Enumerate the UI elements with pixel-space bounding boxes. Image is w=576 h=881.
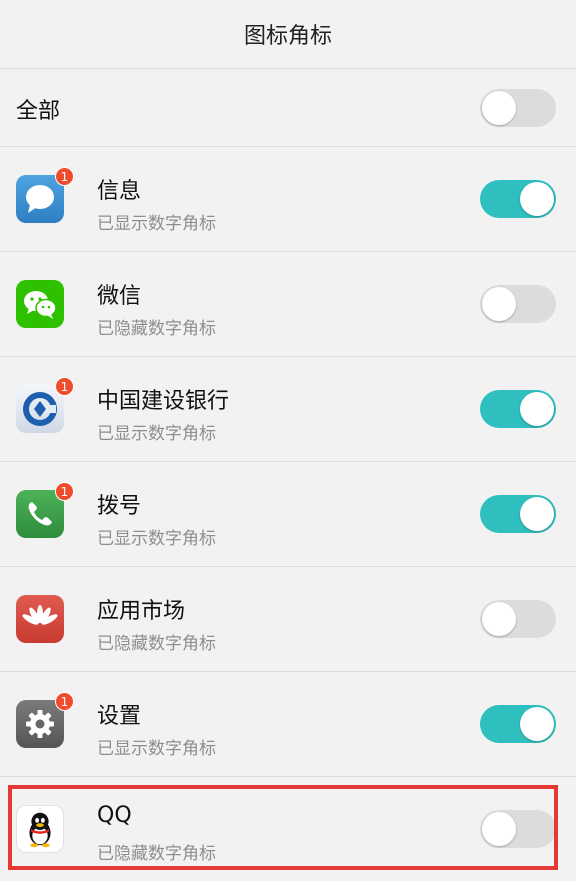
toggle-knob xyxy=(482,91,516,125)
all-row: 全部 xyxy=(0,69,576,147)
app-name: 拨号 xyxy=(97,494,142,519)
page-title: 图标角标 xyxy=(243,24,332,49)
app-row-wechat: 微信 已隐藏数字角标 xyxy=(0,252,576,357)
message-icon: 1 xyxy=(16,167,74,223)
toggle-knob xyxy=(520,707,554,741)
app-status: 已显示数字角标 xyxy=(97,739,216,759)
toggle-knob xyxy=(482,812,516,846)
all-label: 全部 xyxy=(16,99,61,124)
qq-penguin-icon xyxy=(16,805,64,853)
badge-count: 1 xyxy=(55,377,74,396)
app-name: 中国建设银行 xyxy=(97,389,230,414)
badge-toggle[interactable] xyxy=(480,180,556,218)
badge-count: 1 xyxy=(55,692,74,711)
app-row-qq: QQ 已隐藏数字角标 xyxy=(0,777,576,881)
app-status: 已隐藏数字角标 xyxy=(97,319,216,339)
badge-toggle[interactable] xyxy=(480,390,556,428)
app-row-dialer: 1 拨号 已显示数字角标 xyxy=(0,462,576,567)
app-row-settings: 1 设置 已显示数字角标 xyxy=(0,672,576,777)
all-toggle[interactable] xyxy=(480,89,556,127)
badge-toggle[interactable] xyxy=(480,810,556,848)
toggle-knob xyxy=(520,182,554,216)
badge-count: 1 xyxy=(55,482,74,501)
app-name: QQ xyxy=(97,803,132,828)
header: 图标角标 xyxy=(0,0,576,69)
app-status: 已显示数字角标 xyxy=(97,424,216,444)
toggle-knob xyxy=(520,392,554,426)
app-name: 微信 xyxy=(97,284,142,309)
wechat-icon xyxy=(16,280,64,328)
toggle-knob xyxy=(482,287,516,321)
huawei-appgallery-icon xyxy=(16,595,64,643)
toggle-knob xyxy=(482,602,516,636)
app-name: 信息 xyxy=(97,179,142,204)
app-name: 应用市场 xyxy=(97,599,186,624)
badge-toggle[interactable] xyxy=(480,285,556,323)
badge-toggle[interactable] xyxy=(480,705,556,743)
app-row-ccb: 1 中国建设银行 已显示数字角标 xyxy=(0,357,576,462)
toggle-knob xyxy=(520,497,554,531)
gear-icon: 1 xyxy=(16,692,74,748)
phone-icon: 1 xyxy=(16,482,74,538)
badge-count: 1 xyxy=(55,167,74,186)
app-status: 已隐藏数字角标 xyxy=(97,844,216,864)
ccb-icon: 1 xyxy=(16,377,74,433)
app-status: 已隐藏数字角标 xyxy=(97,634,216,654)
app-row-appgallery: 应用市场 已隐藏数字角标 xyxy=(0,567,576,672)
app-name: 设置 xyxy=(97,704,142,729)
badge-toggle[interactable] xyxy=(480,495,556,533)
app-row-messages: 1 信息 已显示数字角标 xyxy=(0,147,576,252)
app-status: 已显示数字角标 xyxy=(97,529,216,549)
badge-toggle[interactable] xyxy=(480,600,556,638)
app-status: 已显示数字角标 xyxy=(97,214,216,234)
